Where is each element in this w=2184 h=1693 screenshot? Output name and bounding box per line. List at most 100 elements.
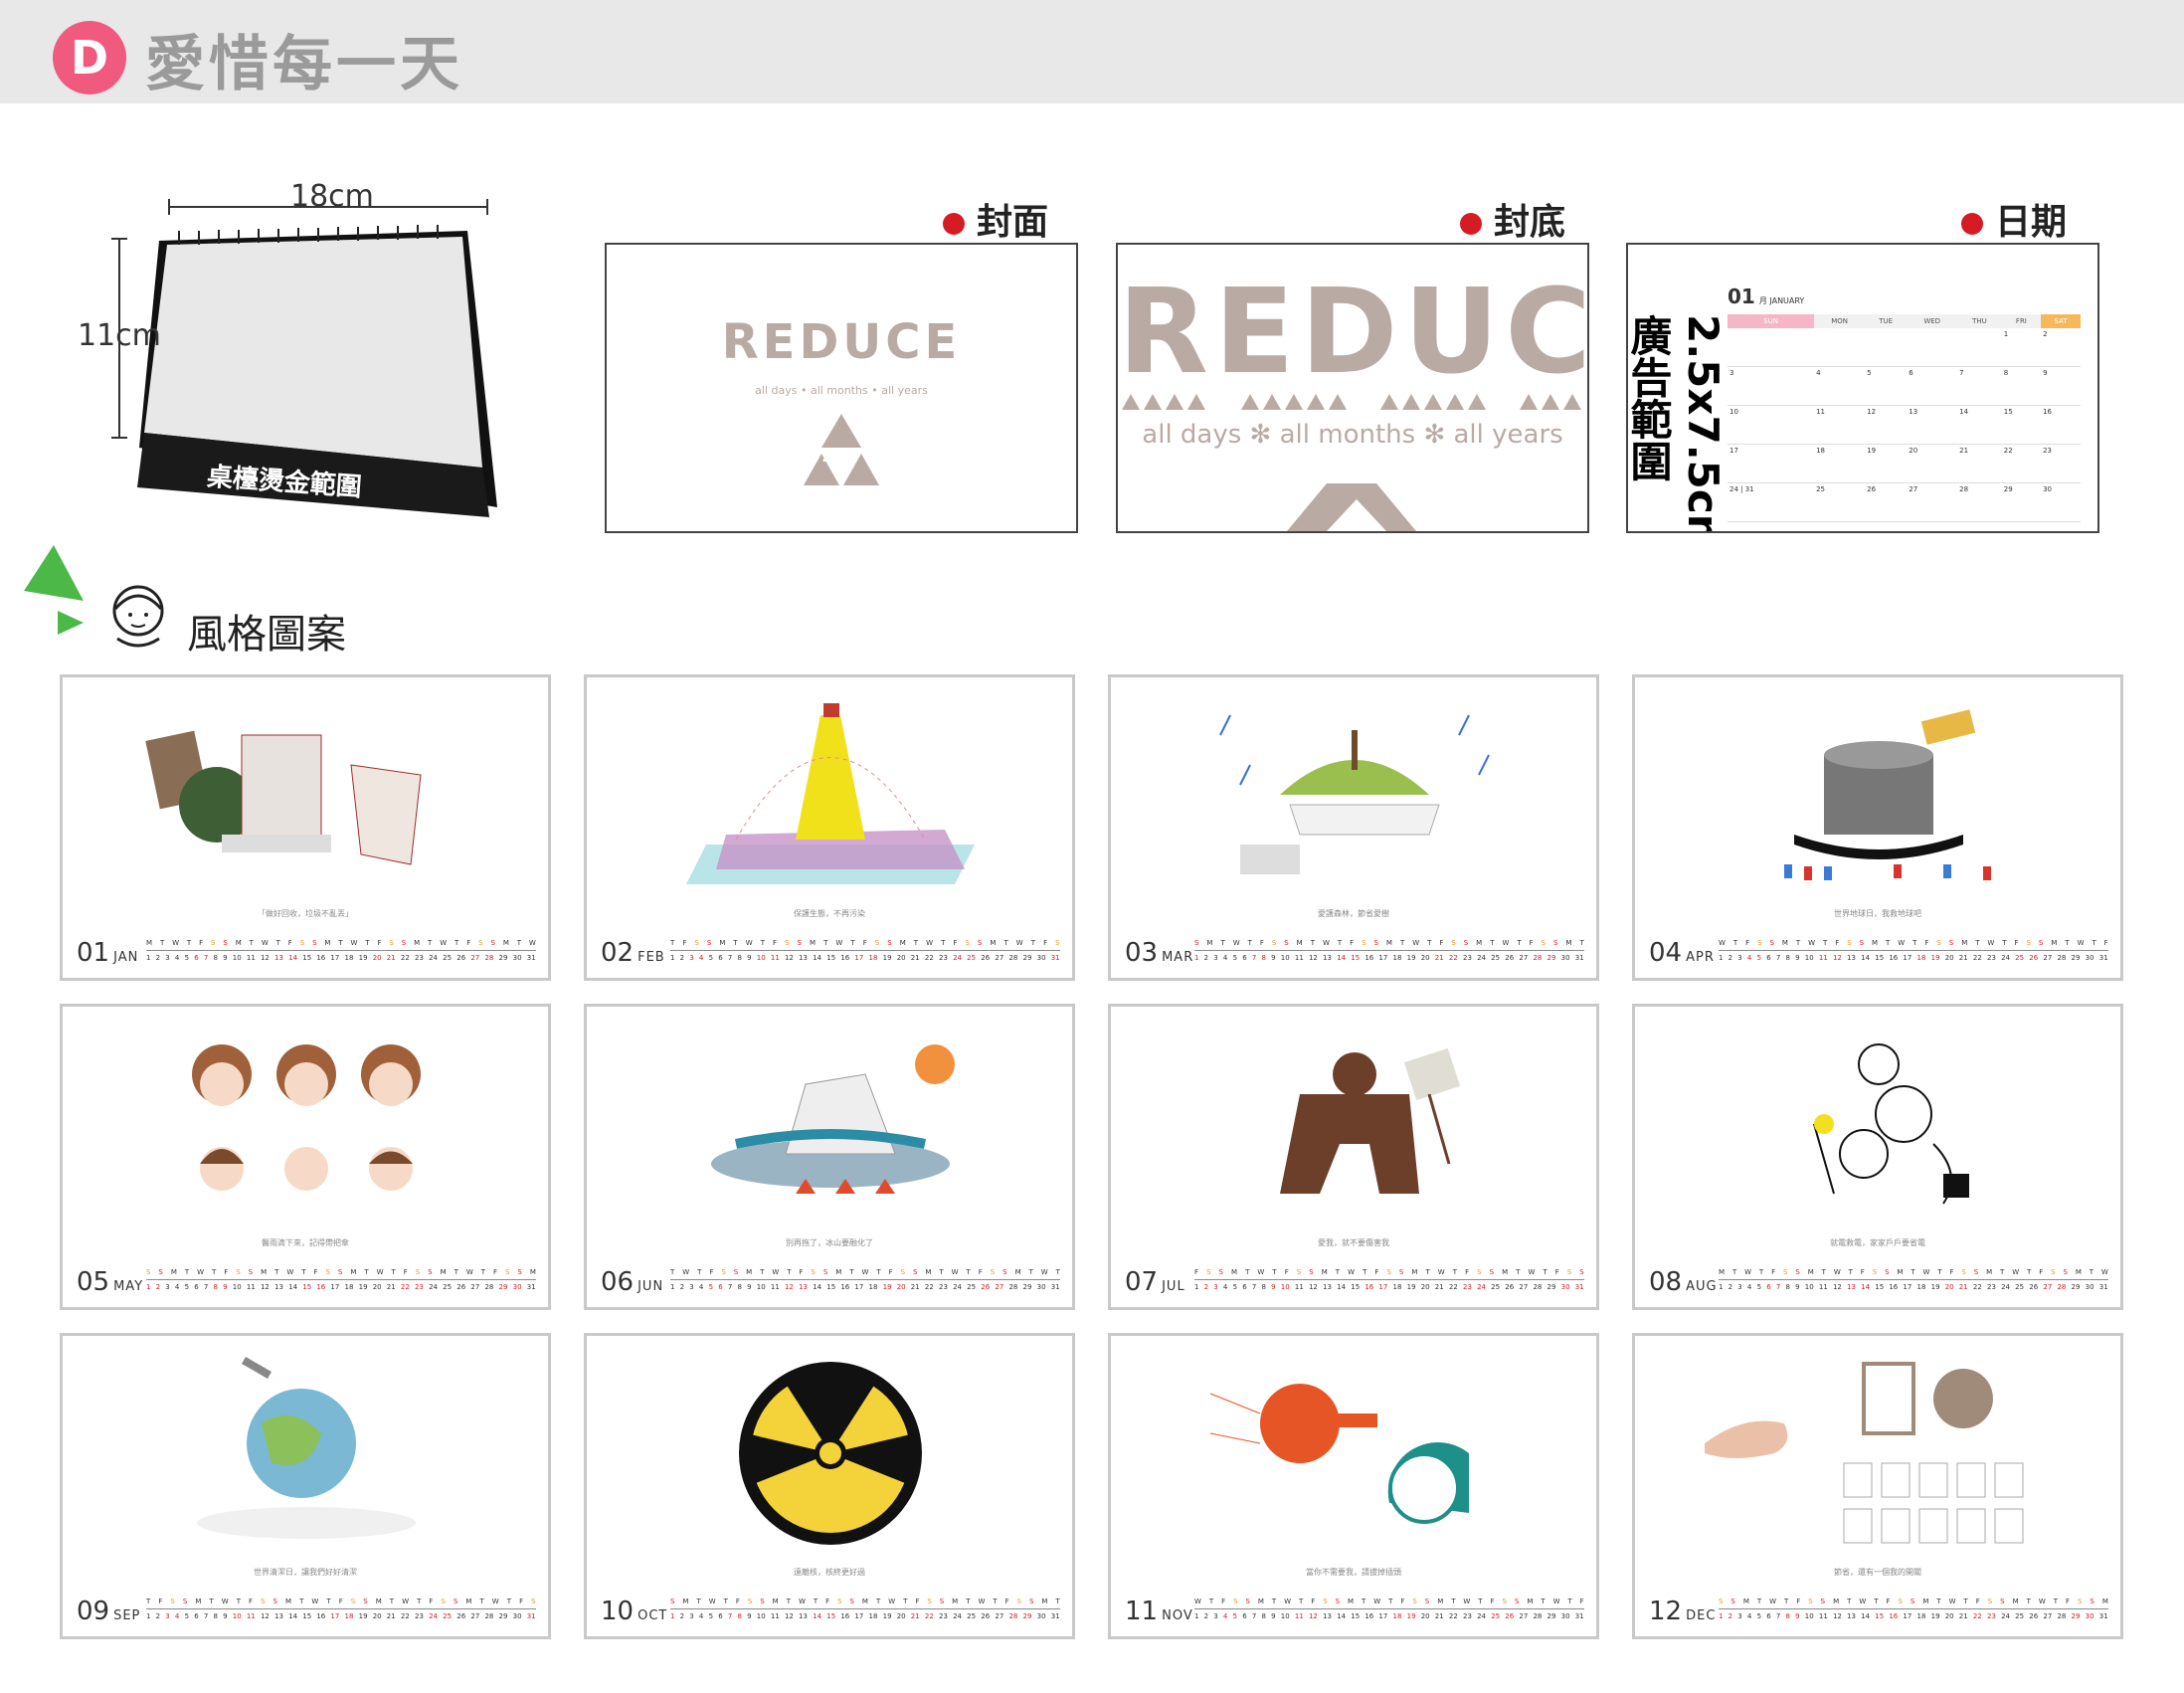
month-number: 06 JUN xyxy=(601,1267,663,1297)
day-cell: 11 xyxy=(1814,405,1866,445)
day-cell: 23 xyxy=(2041,444,2081,483)
month-number: 05 MAY xyxy=(77,1267,143,1297)
month-number: 07 JUL xyxy=(1125,1267,1185,1297)
month-illustration xyxy=(1695,1025,2063,1223)
month-name-text: SEP xyxy=(113,1608,141,1623)
month-card: 節省，還有一個我的開關 12 DEC S S M T W T F S S M T W T F S S M T W T F S S M… xyxy=(1632,1333,2123,1639)
day-strip: TWTFSSMTWTFSSMTWTFSSMTWTFSSMTWT123456789… xyxy=(670,1268,1060,1291)
weekday-header: SUN xyxy=(1728,314,1815,328)
day-cell: 30 xyxy=(2041,482,2081,522)
weekday-header: WED xyxy=(1907,314,1958,328)
cover-tagline: all days • all months • all years xyxy=(755,384,928,397)
month-number-text: 10 xyxy=(601,1597,635,1626)
desk-height-label: 11cm xyxy=(78,318,161,353)
day-cell: 19 xyxy=(1865,444,1908,483)
month-number-text: 07 xyxy=(1125,1267,1159,1297)
month-number-text: 01 xyxy=(77,938,110,968)
month-card: 別再拖了，冰山要融化了 06 JUN T W T F S S M T W T F S S M T W T F S S M T W T… xyxy=(584,1004,1075,1310)
day-cell: 12 xyxy=(1865,405,1908,445)
day-cell xyxy=(1957,328,2002,367)
section-badge: D xyxy=(53,21,126,94)
day-cell: 18 xyxy=(1814,444,1866,483)
month-card: 愛護森林，節省愛樹 03 MAR S M T W T F S S M T W T F S S M T W T F S S M T W T… xyxy=(1108,674,1599,981)
month-card: 保護生態，不再污染 02 FEB T F S S M T W T F S S M T W T F S S M T W T F S S M… xyxy=(584,674,1075,981)
page-title: 愛惜每一天 xyxy=(145,30,463,99)
day-cell: 25 xyxy=(1814,482,1866,522)
month-card: 「做好回收，垃圾不亂丟」 01 JAN M T W T F S S M T W T F S S M T W T F S S M T… xyxy=(60,674,551,981)
month-caption: 節省，還有一個我的開關 xyxy=(1834,1568,1921,1577)
day-cell: 5 xyxy=(1865,366,1908,406)
month-name-text: MAY xyxy=(113,1279,144,1294)
front-cover-panel: REDUCE all days • all months • all years… xyxy=(605,243,1078,533)
month-card: 遠離核，核終更好過 10 OCT S M T W T F S S M T W T F S S M T W T F S S M T W T… xyxy=(584,1333,1075,1639)
back-cover-panel: REDUCE all days ✻ all months ✻ all years xyxy=(1116,243,1589,533)
weekday-header: FRI xyxy=(2001,314,2042,328)
month-name-text: JAN xyxy=(113,950,139,965)
ad-area-label: 2.5x7.5cm 廣告範圍 xyxy=(1626,314,1728,533)
month-illustration xyxy=(122,1025,490,1223)
month-number-text: 05 xyxy=(77,1267,110,1297)
month-number: 12 DEC xyxy=(1649,1597,1716,1626)
month-name-text: DEC xyxy=(1686,1608,1717,1623)
month-number: 01 JAN xyxy=(77,938,138,968)
month-illustration xyxy=(1171,1354,1539,1553)
day-cell: 1 xyxy=(2001,328,2042,367)
month-number-text: 09 xyxy=(77,1597,110,1626)
month-name-text: NOV xyxy=(1162,1608,1193,1623)
label-back: 封底 xyxy=(1460,193,1565,245)
month-caption: 世界清潔日，讓我們好好清潔 xyxy=(254,1568,357,1577)
mini-calendar-table: SUN MON TUE WED THU FRI SAT 12 3456789 1… xyxy=(1728,314,2081,522)
day-cell xyxy=(1728,328,1815,367)
day-cell: 26 xyxy=(1865,482,1908,522)
month-number: 04 APR xyxy=(1649,938,1715,968)
day-strip: TFSSMTWTFSSMTWTFSSMTWTFSSMTWTFS123456789… xyxy=(146,1598,536,1620)
date-panel: 2.5x7.5cm 廣告範圍 01 月 JANUARY SUN MON TUE W… xyxy=(1626,243,2099,533)
month-illustration xyxy=(122,1354,490,1553)
cover-year: 2027 xyxy=(821,450,861,466)
month-number-text: 12 xyxy=(1649,1597,1683,1626)
header-bar: D 愛惜每一天 xyxy=(0,0,2184,103)
day-cell: 2 xyxy=(2041,328,2081,367)
girl-face-icon xyxy=(112,585,164,648)
day-cell: 13 xyxy=(1907,405,1958,445)
month-name-text: JUL xyxy=(1162,1279,1185,1294)
month-caption: 保護生態，不再污染 xyxy=(794,909,865,918)
day-cell: 4 xyxy=(1814,366,1866,406)
month-number: 03 MAR xyxy=(1125,938,1193,968)
day-cell: 9 xyxy=(2041,366,2081,406)
mini-calendar-header: 01 月 JANUARY xyxy=(1728,284,1805,308)
day-strip: MTWTFSSMTWTFSSMTWTFSSMTWTFSSMTW123456789… xyxy=(1719,1268,2108,1291)
month-card: 世界地球日，我救地球吧 04 APR W T F S S M T W T F S S M T W T F S S M T W T F… xyxy=(1632,674,2123,981)
section-title: 風格圖案 xyxy=(187,612,346,658)
month-name-text: JUN xyxy=(637,1279,664,1294)
month-caption: 就電救電，家家戶戶要省電 xyxy=(1830,1238,1925,1247)
day-cell: 20 xyxy=(1907,444,1958,483)
month-illustration xyxy=(1695,695,2063,894)
weekday-header: THU xyxy=(1957,314,2002,328)
day-cell xyxy=(1865,328,1908,367)
back-cover-word: REDUCE xyxy=(1118,263,1589,400)
weekday-header: SAT xyxy=(2041,314,2081,328)
month-name-text: MAR xyxy=(1162,950,1194,965)
back-cover-tagline: all days ✻ all months ✻ all years xyxy=(1142,420,1563,450)
day-strip: SMTWTFSSMTWTFSSMTWTFSSMTWTFSSMT123456789… xyxy=(1194,939,1584,962)
day-cell: 16 xyxy=(2041,405,2081,445)
label-front: 封面 xyxy=(943,193,1048,245)
month-card: 世界清潔日，讓我們好好清潔 09 SEP T F S S M T W T F S S M T W T F S S M T W T… xyxy=(60,1333,551,1639)
desk-width-label: 18cm xyxy=(290,179,374,214)
red-dot-icon xyxy=(1460,213,1482,235)
recycle-arrow-decoration xyxy=(1287,483,1416,531)
month-card: 醫雨滴下來，記得帶把傘 05 MAY S S M T W T F S S M T W T F S S M T W T F S S M… xyxy=(60,1004,551,1310)
day-cell: 6 xyxy=(1907,366,1958,406)
month-illustration xyxy=(122,695,490,894)
day-cell: 27 xyxy=(1907,482,1958,522)
day-cell: 10 xyxy=(1728,405,1815,445)
day-cell: 7 xyxy=(1957,366,2002,406)
day-strip: SSMTWTFSSMTWTFSSMTWTFSSMTWTFSSM123456789… xyxy=(1719,1598,2108,1620)
month-number-text: 06 xyxy=(601,1267,635,1297)
day-strip: SMTWTFSSMTWTFSSMTWTFSSMTWTFSSMT123456789… xyxy=(670,1598,1060,1620)
month-illustration xyxy=(1695,1354,2063,1553)
month-caption: 別再拖了，冰山要融化了 xyxy=(786,1238,873,1247)
month-name-text: AUG xyxy=(1686,1279,1718,1294)
month-name-text: APR xyxy=(1686,950,1715,965)
